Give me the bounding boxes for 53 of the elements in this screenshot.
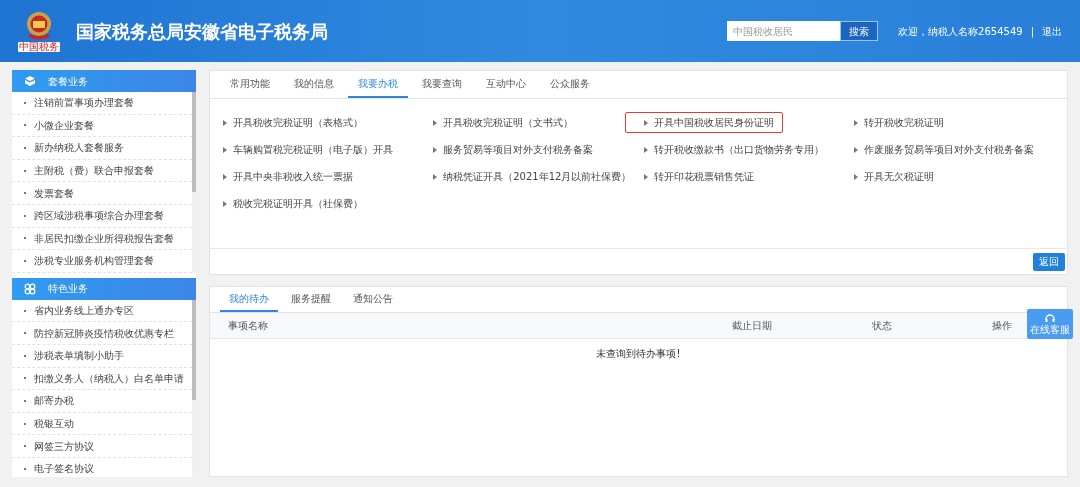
triangle-icon	[643, 146, 648, 153]
triangle-icon	[223, 119, 227, 126]
todo-tab[interactable]: 通知公告	[344, 286, 402, 312]
welcome-text: 欢迎，纳税人名称2654549	[898, 24, 1023, 39]
column-header: 事项名称	[228, 319, 269, 333]
triangle-icon	[433, 173, 438, 180]
triangle-icon	[643, 119, 648, 126]
triangle-icon	[433, 119, 438, 126]
emblem-icon	[24, 10, 54, 42]
search-field[interactable]: 中国税收居民	[727, 21, 841, 41]
main-tab[interactable]: 我要查询	[412, 70, 472, 98]
triangle-icon	[853, 173, 858, 180]
main-tab[interactable]: 我的信息	[284, 70, 344, 98]
service-link[interactable]: 纳税凭证开具（2021年12月以前社保费）	[428, 166, 637, 187]
service-link[interactable]: 开具税收完税证明（文书式）	[428, 112, 579, 133]
service-link[interactable]: 车辆购置税完税证明（电子版）开具	[218, 139, 398, 160]
cube-icon	[24, 75, 36, 87]
triangle-icon	[853, 119, 858, 126]
service-link[interactable]: 开具无欠税证明	[848, 166, 939, 187]
triangle-icon	[643, 173, 648, 180]
empty-message: 未查询到待办事项!	[596, 347, 681, 361]
logout-link[interactable]: 退出	[1042, 23, 1062, 39]
service-link[interactable]: 转开税收完税证明	[848, 112, 949, 133]
triangle-icon	[433, 146, 438, 153]
logo-caption: 中国税务	[18, 42, 60, 52]
main-tab[interactable]: 我要办税	[348, 70, 408, 98]
todo-tab[interactable]: 服务提醒	[282, 286, 340, 312]
main-tab[interactable]: 互动中心	[476, 70, 536, 98]
main-tab[interactable]: 常用功能	[220, 70, 280, 98]
scrollbar-thumb[interactable]	[192, 92, 196, 192]
search-button[interactable]: 搜索	[840, 21, 879, 41]
service-link[interactable]: 税收完税证明开具（社保费）	[218, 193, 368, 214]
triangle-icon	[223, 200, 227, 207]
back-button[interactable]: 返回	[1033, 252, 1065, 271]
main-tab[interactable]: 公众服务	[540, 70, 600, 98]
triangle-icon	[223, 146, 227, 153]
service-link[interactable]: 服务贸易等项目对外支付税务备案	[428, 139, 599, 160]
column-header: 操作	[992, 319, 1012, 333]
column-header: 状态	[872, 319, 892, 333]
triangle-icon	[223, 173, 227, 180]
scrollbar-thumb[interactable]	[192, 299, 196, 400]
service-link[interactable]: 转开印花税票销售凭证	[638, 166, 759, 187]
site-title: 国家税务总局安徽省电子税务局	[76, 19, 328, 44]
separator: |	[1030, 24, 1034, 39]
triangle-icon	[853, 146, 858, 153]
service-link[interactable]: 开具中央非税收入统一票据	[218, 166, 358, 187]
service-link[interactable]: 开具中国税收居民身份证明	[624, 112, 783, 133]
headset-icon	[1045, 313, 1055, 323]
service-link[interactable]: 作废服务贸易等项目对外支付税务备案	[848, 139, 1039, 160]
service-link[interactable]: 开具税收完税证明（表格式）	[218, 112, 368, 133]
flower-icon	[24, 282, 36, 295]
service-link[interactable]: 转开税收缴款书（出口货物劳务专用）	[638, 139, 829, 160]
column-header: 截止日期	[732, 319, 772, 333]
